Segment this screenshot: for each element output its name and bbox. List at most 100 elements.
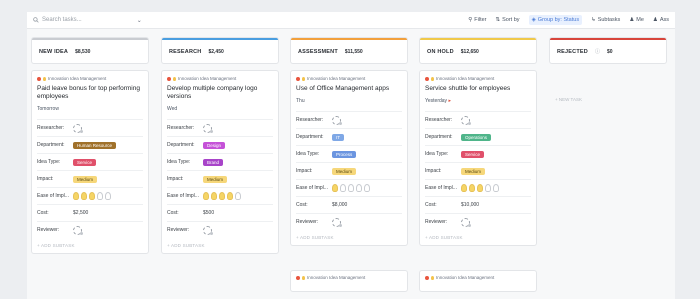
lightbulb-icon[interactable] bbox=[89, 192, 95, 200]
search-input[interactable]: Search tasks... bbox=[42, 17, 82, 23]
department-pill[interactable]: Design bbox=[203, 141, 226, 149]
cost-value[interactable]: $2,500 bbox=[71, 210, 143, 216]
lightbulb-icon[interactable] bbox=[485, 184, 491, 192]
field-researcher: Researcher: bbox=[296, 111, 402, 128]
add-subtask-button[interactable]: + ADD SUBTASK bbox=[37, 238, 143, 253]
add-person-icon[interactable] bbox=[332, 115, 342, 125]
add-person-icon[interactable] bbox=[461, 217, 471, 227]
column-research: RESEARCH $2,450 Innovation Idea Management… bbox=[162, 38, 278, 253]
task-card[interactable]: Innovation Idea Management Develop multip… bbox=[162, 71, 278, 253]
task-card[interactable]: Innovation Idea Management Service shuttl… bbox=[420, 71, 536, 245]
add-person-icon[interactable] bbox=[203, 225, 213, 235]
lightbulb-icon[interactable] bbox=[469, 184, 475, 192]
cost-value[interactable]: $10,000 bbox=[459, 202, 531, 208]
lightbulb-icon[interactable] bbox=[348, 184, 354, 192]
status-dot bbox=[296, 76, 300, 81]
add-person-icon[interactable] bbox=[73, 225, 83, 235]
task-card-peek[interactable]: Innovation Idea Management bbox=[291, 271, 407, 291]
ease-rating[interactable] bbox=[201, 192, 273, 200]
lightbulb-icon[interactable] bbox=[356, 184, 362, 192]
column-amount: $11,550 bbox=[344, 48, 363, 55]
lightbulb-icon[interactable] bbox=[364, 184, 370, 192]
lightbulb-icon[interactable] bbox=[219, 192, 225, 200]
idea-type-pill[interactable]: Brand bbox=[203, 158, 224, 166]
idea-type-pill[interactable]: Process bbox=[332, 150, 357, 158]
card-date[interactable]: Yesterday ▸ bbox=[425, 98, 531, 104]
card-title[interactable]: Use of Office Management apps bbox=[296, 85, 402, 93]
column-header[interactable]: ASSESSMENT $11,550 bbox=[291, 38, 407, 63]
lightbulb-icon[interactable] bbox=[493, 184, 499, 192]
department-pill[interactable]: IT bbox=[332, 133, 344, 141]
lightbulb-icon[interactable] bbox=[81, 192, 87, 200]
column-title: ON HOLD bbox=[427, 48, 454, 55]
subtask-icon: ↳ bbox=[591, 17, 596, 23]
lightbulb-icon[interactable] bbox=[105, 192, 111, 200]
lightbulb-icon[interactable] bbox=[73, 192, 79, 200]
lightbulb-icon[interactable] bbox=[203, 192, 209, 200]
add-person-icon[interactable] bbox=[203, 123, 213, 133]
column-header[interactable]: RESEARCH $2,450 bbox=[162, 38, 278, 63]
add-subtask-button[interactable]: + ADD SUBTASK bbox=[296, 230, 402, 245]
group-by-button[interactable]: ◈ Group by: Status bbox=[528, 15, 583, 25]
column-title: ASSESSMENT bbox=[298, 48, 338, 55]
lightbulb-icon[interactable] bbox=[235, 192, 241, 200]
layers-icon: ◈ bbox=[531, 17, 536, 23]
department-pill[interactable]: Operations bbox=[461, 133, 492, 141]
field-reviewer: Reviewer: bbox=[296, 213, 402, 230]
field-researcher: Researcher: bbox=[37, 119, 143, 136]
idea-type-pill[interactable]: Service bbox=[461, 150, 485, 158]
impact-pill[interactable]: Medium bbox=[461, 167, 486, 175]
column-amount: $8,530 bbox=[75, 48, 91, 55]
app-frame: Search tasks... ⌄ ⚲ Filter ⇅ Sort by ◈ Grou… bbox=[27, 12, 675, 299]
subtasks-button[interactable]: ↳ Subtasks bbox=[591, 17, 620, 23]
impact-pill[interactable]: Medium bbox=[332, 167, 357, 175]
card-date[interactable]: Thu bbox=[296, 98, 402, 104]
assignee-button[interactable]: ♟ Ass bbox=[653, 17, 669, 23]
column-amount: $12,650 bbox=[460, 48, 479, 55]
lightbulb-icon[interactable] bbox=[477, 184, 483, 192]
card-title[interactable]: Develop multiple company logo versions bbox=[167, 85, 273, 101]
chevron-down-icon[interactable]: ⌄ bbox=[137, 17, 142, 24]
card-date[interactable]: Tomorrow bbox=[37, 106, 143, 112]
lightbulb-icon[interactable] bbox=[332, 184, 338, 192]
impact-pill[interactable]: Medium bbox=[203, 175, 228, 183]
me-button[interactable]: ♟ Me bbox=[629, 17, 644, 23]
ease-rating[interactable] bbox=[71, 192, 143, 200]
due-date: Tomorrow bbox=[37, 106, 59, 112]
add-person-icon[interactable] bbox=[332, 217, 342, 227]
impact-pill[interactable]: Medium bbox=[73, 175, 98, 183]
column-header[interactable]: REJECTED ⓘ $0 bbox=[550, 38, 666, 63]
lightbulb-icon[interactable] bbox=[227, 192, 233, 200]
lightbulb-icon[interactable] bbox=[211, 192, 217, 200]
add-subtask-button[interactable]: + ADD SUBTASK bbox=[167, 238, 273, 253]
card-title[interactable]: Service shuttle for employees bbox=[425, 85, 531, 93]
lightbulb-icon[interactable] bbox=[97, 192, 103, 200]
lightbulb-icon bbox=[302, 275, 305, 280]
ease-rating[interactable] bbox=[459, 184, 531, 192]
idea-type-pill[interactable]: Service bbox=[73, 158, 97, 166]
task-card[interactable]: Innovation Idea Management Paid leave bon… bbox=[32, 71, 148, 253]
card-title[interactable]: Paid leave bonus for top performing empl… bbox=[37, 85, 143, 101]
field-cost: Cost: $500 bbox=[167, 204, 273, 221]
lightbulb-icon[interactable] bbox=[461, 184, 467, 192]
column-header[interactable]: NEW IDEA $8,530 bbox=[32, 38, 148, 63]
add-person-icon[interactable] bbox=[461, 115, 471, 125]
card-date[interactable]: Wed bbox=[167, 106, 273, 112]
sort-button[interactable]: ⇅ Sort by bbox=[496, 17, 520, 23]
department-pill[interactable]: Human Resource bbox=[73, 141, 117, 149]
task-card-peek[interactable]: Innovation Idea Management bbox=[420, 271, 536, 291]
add-person-icon[interactable] bbox=[73, 123, 83, 133]
task-card[interactable]: Innovation Idea Management Use of Office … bbox=[291, 71, 407, 245]
due-date: Thu bbox=[296, 98, 305, 104]
filter-button[interactable]: ⚲ Filter bbox=[468, 17, 486, 23]
add-subtask-button[interactable]: + ADD SUBTASK bbox=[425, 230, 531, 245]
lightbulb-icon[interactable] bbox=[340, 184, 346, 192]
cost-value[interactable]: $8,000 bbox=[330, 202, 402, 208]
ease-rating[interactable] bbox=[330, 184, 402, 192]
cost-value[interactable]: $500 bbox=[201, 210, 273, 216]
column-header[interactable]: ON HOLD $12,650 bbox=[420, 38, 536, 63]
new-task-button[interactable]: + NEW TASK bbox=[555, 97, 582, 102]
user-icon: ♟ bbox=[629, 17, 635, 23]
field-department: Department: Operations bbox=[425, 128, 531, 145]
search-box[interactable]: Search tasks... bbox=[33, 17, 82, 23]
